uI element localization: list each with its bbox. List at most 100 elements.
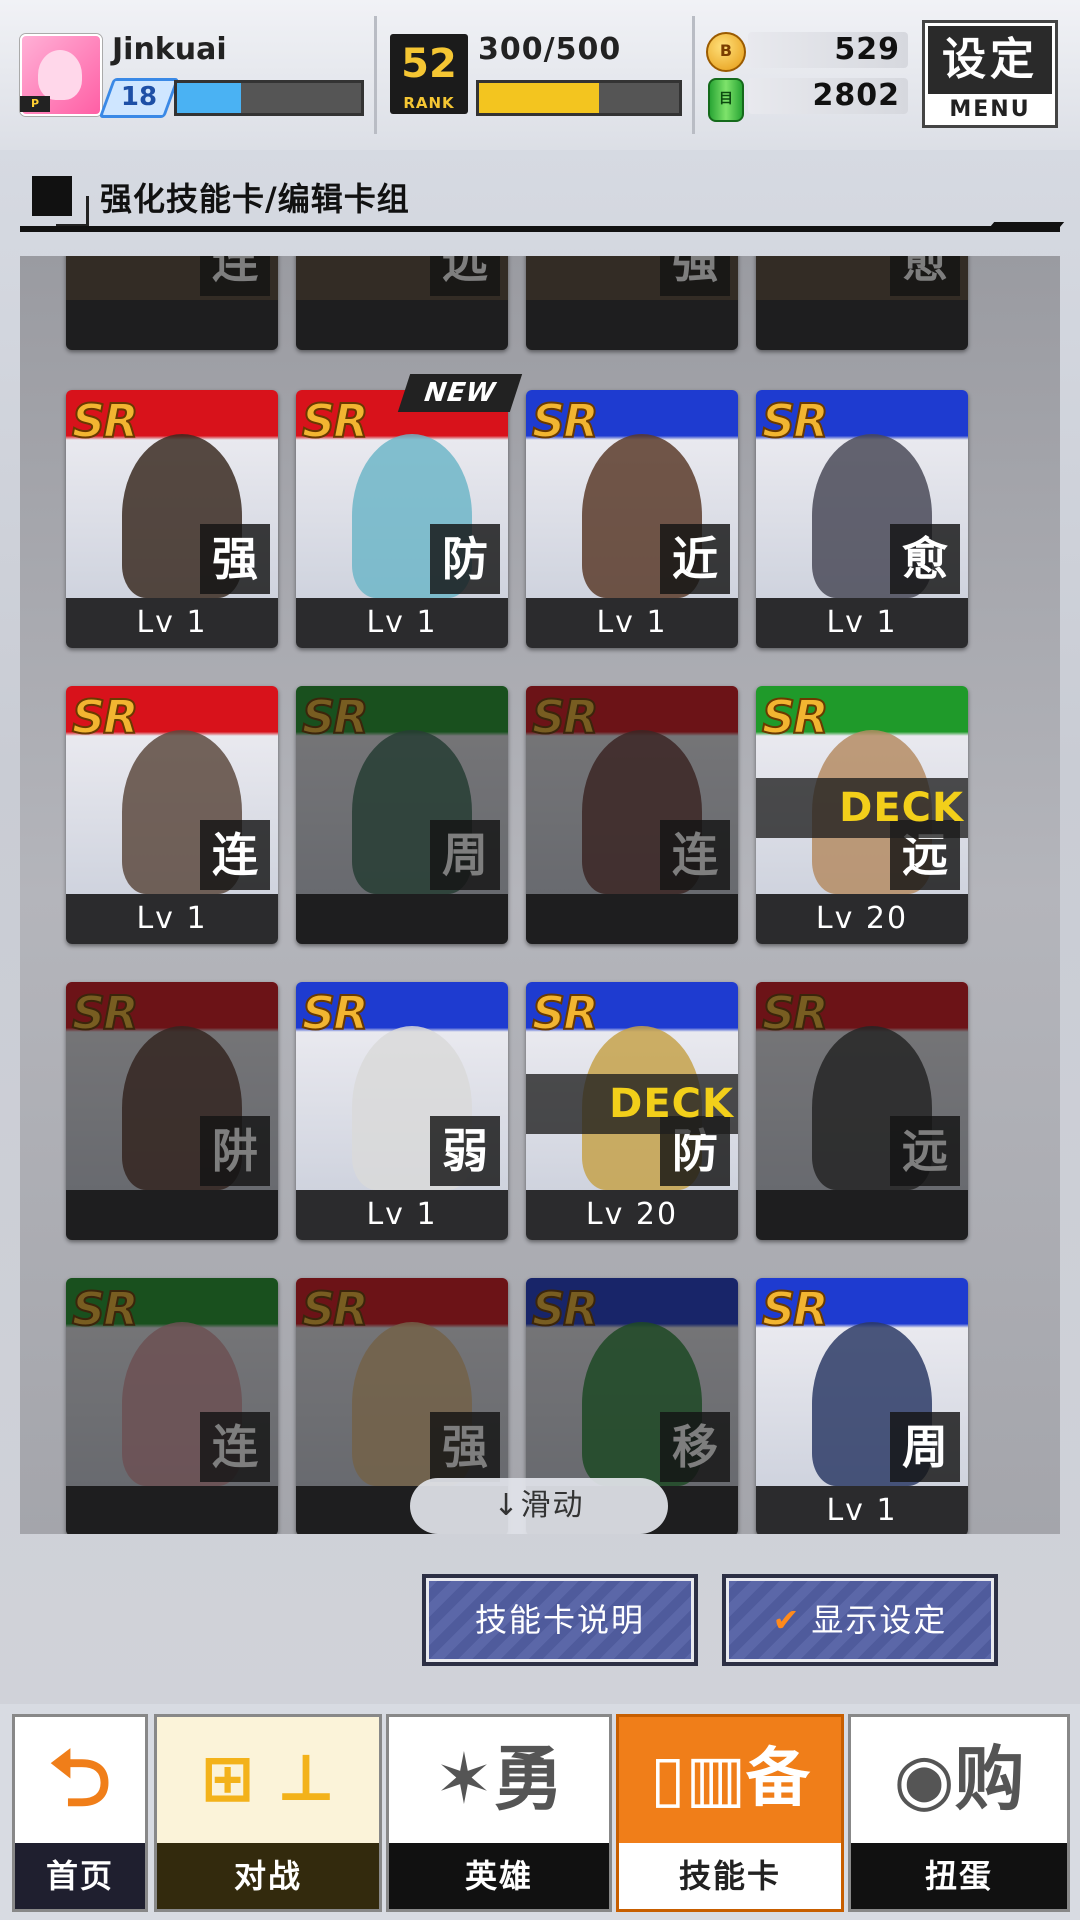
skill-card-partial[interactable]: 连 — [66, 256, 278, 350]
new-badge: NEW — [397, 374, 523, 412]
card-level: Lv 1 — [526, 598, 738, 648]
rank-exp-bar — [476, 80, 682, 116]
player-xp-fill — [177, 83, 242, 113]
skill-card[interactable]: SR连 — [66, 1278, 278, 1534]
skill-card[interactable]: SR 周 Lv 1 — [756, 1278, 968, 1534]
card-level: Lv 1 — [66, 894, 278, 944]
player-xp-bar — [174, 80, 364, 116]
card-rarity: SR — [531, 985, 600, 1041]
card-rarity: SR — [71, 689, 140, 745]
card-locked-overlay — [66, 982, 278, 1240]
rank-number: 52 — [401, 41, 457, 87]
skill-card[interactable]: SR 弱 Lv 1 — [296, 982, 508, 1240]
skill-card[interactable]: SR 防 Lv 20 DECK — [526, 982, 738, 1240]
skill-card-partial[interactable]: 愈 — [756, 256, 968, 350]
skill-card[interactable]: SR阱 — [66, 982, 278, 1240]
card-locked-overlay — [66, 1278, 278, 1534]
card-grid-panel[interactable]: 连远强愈SR强Lv 1SR防Lv 1NEWSR近Lv 1SR愈Lv 1SR连Lv… — [20, 256, 1060, 1534]
display-settings-label: 显示设定 — [811, 1601, 948, 1639]
deck-tag: DECK — [756, 778, 968, 838]
card-rarity: SR — [301, 393, 370, 449]
skill-card-partial[interactable]: 强 — [526, 256, 738, 350]
skill-card-icon: ▯▥备 — [650, 1742, 810, 1816]
gem-count: 2802 — [748, 78, 908, 114]
rank-exp-text: 300/500 — [478, 32, 622, 67]
nav-tab-heroes[interactable]: ✶勇 英雄 — [386, 1714, 612, 1912]
card-type-label: 近 — [660, 524, 730, 594]
back-arrow-icon: ⮌ — [48, 1734, 112, 1824]
menu-button[interactable]: 设定 MENU — [922, 20, 1058, 128]
menu-label: 设定 — [928, 26, 1052, 94]
top-status-bar — [0, 0, 1080, 150]
card-rarity: SR — [761, 393, 830, 449]
checkmark-icon: ✔ — [772, 1601, 802, 1639]
card-locked-overlay — [756, 982, 968, 1240]
card-level: Lv 1 — [756, 1486, 968, 1534]
player-level: 18 — [120, 82, 158, 112]
card-type-label: 弱 — [430, 1116, 500, 1186]
coin-count: 529 — [748, 32, 908, 68]
card-rarity: SR — [761, 1281, 830, 1337]
card-level: Lv 1 — [296, 1190, 508, 1240]
nav-label-home: 首页 — [15, 1843, 145, 1909]
skill-card[interactable]: SR 强 Lv 1 — [66, 390, 278, 648]
card-locked-overlay — [526, 686, 738, 944]
hero-icon: ✶勇 — [434, 1738, 564, 1820]
coin-icon: B — [706, 32, 746, 72]
card-info-button[interactable]: 技能卡说明 — [422, 1574, 698, 1666]
card-level: Lv 20 — [526, 1190, 738, 1240]
gamepad-icon: ⊞ ⊥ — [200, 1742, 336, 1816]
skill-card[interactable]: SR远 — [756, 982, 968, 1240]
card-locked-overlay — [66, 256, 278, 350]
nav-tab-battle[interactable]: ⊞ ⊥ 对战 — [154, 1714, 382, 1912]
skill-card[interactable]: SR 防 Lv 1 — [296, 390, 508, 648]
nav-label-skill-cards: 技能卡 — [619, 1843, 841, 1909]
player-name: Jinkuai — [112, 32, 227, 67]
nav-tab-skill-cards[interactable]: ▯▥备 技能卡 — [616, 1714, 844, 1912]
skill-card[interactable]: SR 远 Lv 20 DECK — [756, 686, 968, 944]
nav-tab-gacha[interactable]: ◉购 扭蛋 — [848, 1714, 1070, 1912]
nav-label-gacha: 扭蛋 — [851, 1843, 1067, 1909]
section-title: 强化技能卡/编辑卡组 — [100, 180, 410, 218]
gacha-icon: ◉购 — [893, 1738, 1025, 1820]
card-rarity: SR — [531, 393, 600, 449]
skill-card[interactable]: SR 连 Lv 1 — [66, 686, 278, 944]
divider — [692, 16, 695, 134]
card-locked-overlay — [296, 686, 508, 944]
menu-sublabel: MENU — [949, 97, 1031, 122]
card-locked-overlay — [296, 256, 508, 350]
nav-label-battle: 对战 — [157, 1843, 379, 1909]
card-locked-overlay — [526, 256, 738, 350]
card-rarity: SR — [301, 985, 370, 1041]
card-locked-overlay — [756, 256, 968, 350]
gem-icon: 目 — [708, 78, 744, 122]
skill-card[interactable]: SR连 — [526, 686, 738, 944]
card-level: Lv 1 — [756, 598, 968, 648]
rank-exp-fill — [479, 83, 599, 113]
section-title-icon-frame — [56, 196, 89, 227]
card-rarity: SR — [761, 689, 830, 745]
skill-card[interactable]: SR 近 Lv 1 — [526, 390, 738, 648]
nav-label-heroes: 英雄 — [389, 1843, 609, 1909]
card-level: Lv 1 — [296, 598, 508, 648]
platform-badge: P — [20, 96, 50, 112]
nav-tab-home[interactable]: ⮌ 首页 — [12, 1714, 148, 1912]
card-type-label: 愈 — [890, 524, 960, 594]
skill-card[interactable]: SR 愈 Lv 1 — [756, 390, 968, 648]
deck-tag: DECK — [526, 1074, 738, 1134]
rank-label: RANK — [403, 94, 455, 112]
card-type-label: 周 — [890, 1412, 960, 1482]
display-settings-button[interactable]: ✔ 显示设定 — [722, 1574, 998, 1666]
title-underline — [20, 226, 1060, 232]
card-level: Lv 20 — [756, 894, 968, 944]
card-info-label: 技能卡说明 — [474, 1601, 645, 1639]
divider — [374, 16, 377, 134]
card-type-label: 防 — [430, 524, 500, 594]
card-type-label: 强 — [200, 524, 270, 594]
card-level: Lv 1 — [66, 598, 278, 648]
card-type-label: 连 — [200, 820, 270, 890]
card-rarity: SR — [71, 393, 140, 449]
skill-card[interactable]: SR周 — [296, 686, 508, 944]
title-underline-accent — [985, 222, 1065, 232]
skill-card-partial[interactable]: 远 — [296, 256, 508, 350]
